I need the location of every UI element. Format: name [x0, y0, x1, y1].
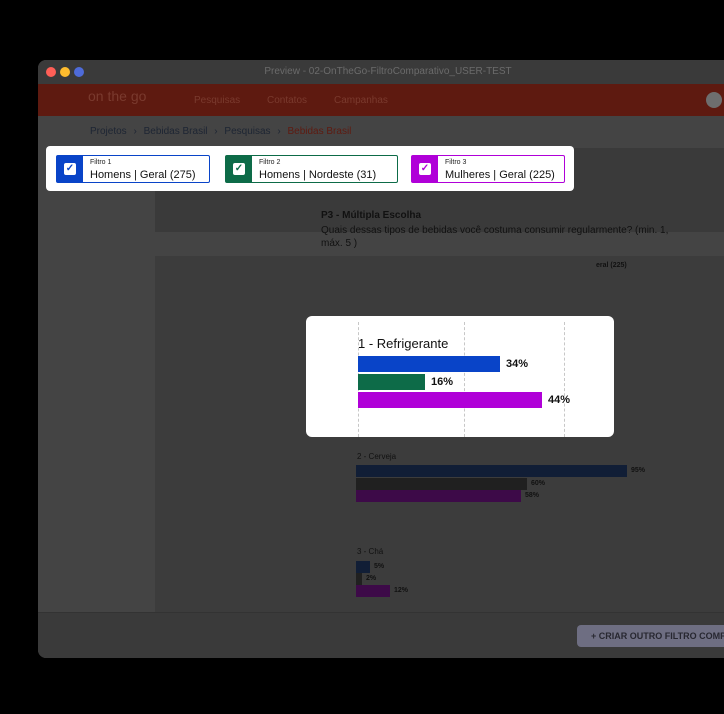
- value-label-category-3-series-1: 5%: [374, 563, 385, 570]
- highlighted-chart-item: 1 - Refrigerante 34% 16% 44%: [306, 316, 614, 437]
- top-navigation: on the go Pesquisas Contatos Campanhas: [38, 84, 724, 116]
- filter-3-checkbox[interactable]: ✓: [412, 156, 438, 182]
- value-label-refrigerante-series-2: 16%: [431, 376, 454, 388]
- bar-category-2-series-2: [356, 478, 527, 490]
- legend-fragment: eral (225): [596, 262, 627, 269]
- bar-category-2-series-1: [356, 465, 627, 477]
- grid-line: [464, 322, 465, 437]
- breadcrumb-bebidas-brasil[interactable]: Bebidas Brasil: [144, 126, 208, 137]
- bar-refrigerante-series-1: [358, 356, 500, 372]
- filter-3-value: Mulheres | Geral (225): [445, 169, 555, 181]
- value-label-category-2-series-1: 95%: [631, 467, 646, 474]
- user-menu-icon[interactable]: [706, 92, 722, 108]
- filter-3-label: Filtro 3: [445, 159, 467, 166]
- nav-link-campanhas[interactable]: Campanhas: [334, 95, 388, 106]
- breadcrumb-separator: ›: [277, 126, 281, 137]
- breadcrumb: Projetos › Bebidas Brasil › Pesquisas › …: [90, 126, 355, 137]
- category-label: 1 - Refrigerante: [358, 336, 449, 351]
- checkmark-icon: ✓: [64, 163, 76, 175]
- nav-link-pesquisas[interactable]: Pesquisas: [194, 95, 240, 106]
- filter-2-value: Homens | Nordeste (31): [259, 169, 377, 181]
- value-label-refrigerante-series-1: 34%: [506, 358, 529, 370]
- bar-category-3-series-2: [356, 573, 362, 585]
- breadcrumb-separator: ›: [133, 126, 137, 137]
- value-label-category-3-series-2: 2%: [366, 575, 377, 582]
- brand-logo[interactable]: on the go: [88, 88, 146, 104]
- filter-2-checkbox[interactable]: ✓: [226, 156, 252, 182]
- nav-link-contatos[interactable]: Contatos: [267, 95, 307, 106]
- value-label-category-3-series-3: 12%: [394, 587, 409, 594]
- breadcrumb-pesquisas[interactable]: Pesquisas: [224, 126, 270, 137]
- bar-refrigerante-series-2: [358, 374, 425, 390]
- bar-category-3-series-3: [356, 585, 390, 597]
- filter-1-value: Homens | Geral (275): [90, 169, 196, 181]
- title-bar: Preview - 02-OnTheGo-FiltroComparativo_U…: [38, 60, 724, 84]
- window-title: Preview - 02-OnTheGo-FiltroComparativo_U…: [264, 66, 512, 77]
- filter-2-label: Filtro 2: [259, 159, 281, 166]
- create-comparative-filter-button[interactable]: + CRIAR OUTRO FILTRO COMPARATIVO: [577, 625, 724, 647]
- filter-chip-3[interactable]: ✓ Filtro 3 Mulheres | Geral (225): [411, 155, 565, 183]
- filter-1-checkbox[interactable]: ✓: [57, 156, 83, 182]
- category-label: 2 - Cerveja: [357, 452, 397, 461]
- bar-refrigerante-series-3: [358, 392, 542, 408]
- breadcrumb-projetos[interactable]: Projetos: [90, 126, 127, 137]
- category-label: 3 - Chá: [357, 547, 384, 556]
- filter-1-label: Filtro 1: [90, 159, 112, 166]
- question-title: P3 - Múltipla Escolha: [321, 210, 422, 221]
- filter-chip-2[interactable]: ✓ Filtro 2 Homens | Nordeste (31): [225, 155, 398, 183]
- question-text: Quais dessas tipos de bebidas você costu…: [321, 225, 669, 249]
- value-label-refrigerante-series-3: 44%: [548, 394, 571, 406]
- breadcrumb-separator: ›: [214, 126, 218, 137]
- filter-chip-1[interactable]: ✓ Filtro 1 Homens | Geral (275): [56, 155, 210, 183]
- grid-line: [564, 322, 565, 437]
- value-label-category-2-series-2: 60%: [531, 480, 546, 487]
- checkmark-icon: ✓: [419, 163, 431, 175]
- checkmark-icon: ✓: [233, 163, 245, 175]
- bar-category-2-series-3: [356, 490, 521, 502]
- filter-bar: ✓ Filtro 1 Homens | Geral (275) ✓ Filtro…: [46, 146, 574, 191]
- value-label-category-2-series-3: 58%: [525, 492, 540, 499]
- bar-category-3-series-1: [356, 561, 370, 573]
- breadcrumb-current: Bebidas Brasil: [287, 126, 352, 137]
